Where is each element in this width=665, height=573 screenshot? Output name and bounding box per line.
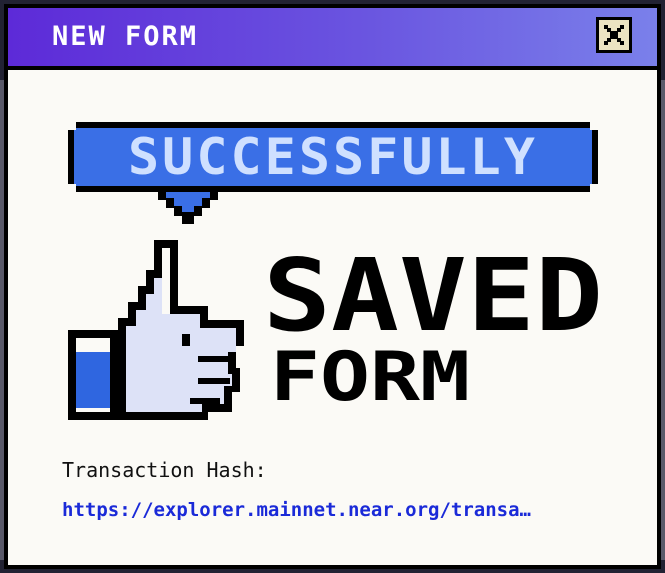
- dialog-title: NEW FORM: [52, 21, 199, 52]
- transaction-hash-label: Transaction Hash:: [62, 458, 267, 482]
- success-illustration: SUCCESSFULLY SAVED FORM: [68, 122, 603, 420]
- dialog-body: SUCCESSFULLY SAVED FORM Transaction Hash…: [8, 70, 657, 565]
- new-form-dialog: NEW FORM SUCCESSFULLY SAVED FORM Transac…: [4, 4, 661, 569]
- thumbs-up-icon: [68, 240, 244, 420]
- dialog-titlebar: NEW FORM: [8, 8, 657, 70]
- close-button[interactable]: [596, 17, 632, 53]
- form-text: FORM: [270, 338, 470, 417]
- headline-text: SUCCESSFULLY: [128, 128, 538, 186]
- transaction-hash-link[interactable]: https://explorer.mainnet.near.org/transa…: [62, 498, 622, 522]
- saved-text: SAVED: [263, 237, 603, 354]
- speech-bubble: SUCCESSFULLY: [68, 122, 598, 224]
- close-x-icon: [604, 25, 624, 45]
